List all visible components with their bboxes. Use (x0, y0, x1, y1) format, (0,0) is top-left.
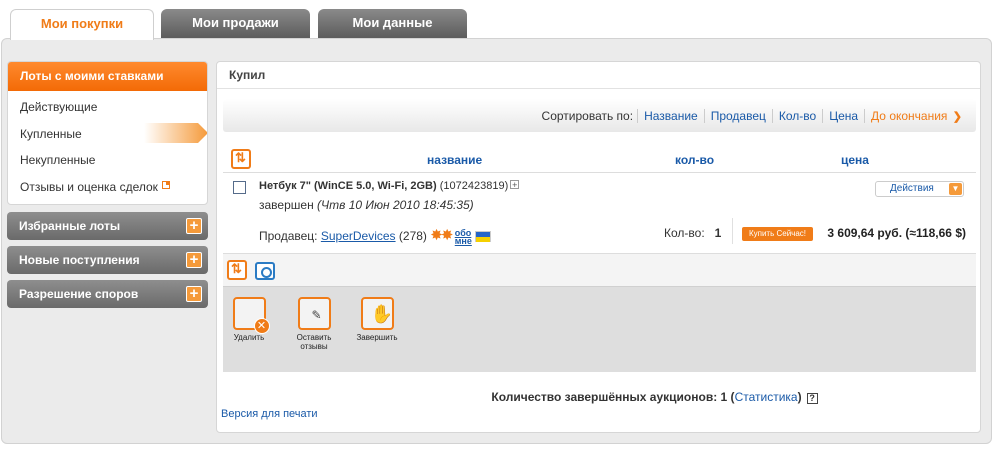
page-title: Купил (217, 62, 980, 89)
flag-icon (475, 231, 492, 243)
column-name[interactable]: название (427, 153, 482, 167)
finish-label: Завершить (356, 333, 398, 342)
star-icon: ✸✸ (430, 227, 453, 244)
section-label: Избранные лоты (19, 219, 121, 233)
tab-my-sales[interactable]: Мои продажи (161, 9, 310, 38)
table-row: Нетбук 7" (WinCE 5.0, Wi-Fi, 2GB) (10724… (223, 174, 976, 252)
sidebar-section-favorites[interactable]: Избранные лоты + (7, 212, 208, 240)
sidebar-item-feedback-label: Отзывы и оценка сделок (20, 180, 158, 194)
sort-by-name[interactable]: Название (637, 109, 704, 123)
sort-end-time-label: До окончания (871, 109, 948, 123)
table-header: название кол-во цена (223, 146, 976, 173)
expand-plus-icon[interactable]: + (186, 252, 202, 268)
chevron-down-icon: ▼ (949, 183, 962, 195)
divider (732, 218, 733, 244)
qty-cell: Кол-во: 1 (664, 226, 721, 240)
action-toolbar: ✕ Удалить ✎ Оставить отзывы ✋ Завершить (223, 286, 976, 372)
sort-by-price[interactable]: Цена (822, 109, 865, 123)
sidebar-bids: Лоты с моими ставками Действующие Куплен… (7, 61, 208, 205)
summary: Количество завершённых аукционов: 1 (Ста… (217, 390, 980, 404)
buy-now-badge[interactable]: Купить Сейчас! (742, 227, 813, 241)
feedback-icon: ✎ (297, 297, 331, 330)
camera-icon[interactable] (255, 262, 275, 280)
qty-label: Кол-во: (664, 226, 705, 240)
sort-by-seller[interactable]: Продавец (703, 109, 772, 123)
sidebar-item-feedback[interactable]: Отзывы и оценка сделок (20, 180, 170, 194)
chevron-down-icon: ❯ (952, 111, 962, 123)
expand-plus-icon[interactable]: + (186, 218, 202, 234)
lot-title[interactable]: Нетбук 7" (WinCE 5.0, Wi-Fi, 2GB) (10724… (259, 180, 520, 192)
end-date: (Чтв 10 Июн 2010 18:45:35) (317, 198, 474, 212)
sort-bar: Сортировать по: Название Продавец Кол-во Цен… (223, 99, 976, 132)
sidebar-section-new-arrivals[interactable]: Новые поступления + (7, 246, 208, 274)
lot-status: завершен (Чтв 10 Июн 2010 18:45:35) (259, 198, 474, 212)
sort-by-end-time[interactable]: До окончания ❯ (864, 109, 968, 123)
column-qty[interactable]: кол-во (675, 153, 714, 167)
refresh-icon[interactable] (227, 260, 247, 280)
finish-button[interactable]: ✋ Завершить (347, 297, 407, 342)
column-price[interactable]: цена (841, 153, 869, 167)
print-version-link[interactable]: Версия для печати (221, 408, 318, 420)
qty-value: 1 (714, 226, 722, 240)
delete-button[interactable]: ✕ Удалить (219, 297, 279, 342)
feedback-label: Оставить отзывы (296, 333, 332, 351)
status-text: завершен (259, 198, 314, 212)
summary-text: Количество завершённых аукционов: 1 (491, 390, 728, 404)
expand-icon[interactable]: + (510, 180, 520, 190)
sidebar-item-not-bought[interactable]: Некупленные (20, 153, 95, 167)
sort-by-qty[interactable]: Кол-во (771, 109, 823, 123)
section-label: Разрешение споров (19, 287, 139, 301)
seller-label: Продавец: (259, 229, 318, 243)
expand-plus-icon[interactable]: + (186, 286, 202, 302)
sidebar-header[interactable]: Лоты с моими ставками (8, 62, 207, 91)
section-label: Новые поступления (19, 253, 140, 267)
actions-dropdown[interactable]: Действия ▼ (875, 181, 964, 197)
tab-my-purchases[interactable]: Мои покупки (10, 9, 154, 40)
seller-rating: (278) (398, 229, 427, 243)
lot-name[interactable]: Нетбук 7" (WinCE 5.0, Wi-Fi, 2GB) (259, 180, 437, 192)
seller-info: Продавец: SuperDevices (278) ✸✸ обо мне (259, 226, 492, 246)
help-icon[interactable]: ? (806, 393, 818, 404)
actions-label: Действия (890, 183, 934, 194)
seller-link[interactable]: SuperDevices (321, 229, 396, 243)
selected-arrow-icon (144, 123, 207, 143)
about-me-line2: мне (454, 235, 472, 246)
delete-icon: ✕ (232, 297, 270, 334)
price: 3 609,64 руб. (≈118,66 $) (827, 226, 966, 240)
sort-label: Сортировать по: (541, 109, 634, 123)
sidebar-item-active[interactable]: Действующие (20, 100, 97, 114)
row-checkbox[interactable] (233, 181, 246, 194)
sidebar-item-bought[interactable]: Купленные (20, 127, 82, 141)
leave-feedback-button[interactable]: ✎ Оставить отзывы (284, 297, 344, 351)
statistics-link[interactable]: Статистика (735, 390, 798, 404)
main-content: Купил Сортировать по: Название Продавец Кол… (216, 61, 981, 433)
external-link-icon (161, 181, 170, 189)
refresh-icon[interactable] (231, 149, 251, 169)
sidebar-section-disputes[interactable]: Разрешение споров + (7, 280, 208, 308)
lot-id: (1072423819) (439, 180, 509, 192)
tab-my-data[interactable]: Мои данные (318, 9, 467, 38)
icon-bar (223, 253, 976, 286)
finish-icon: ✋ (360, 297, 394, 330)
delete-label: Удалить (233, 333, 265, 342)
about-me-link[interactable]: обо мне (454, 228, 472, 246)
